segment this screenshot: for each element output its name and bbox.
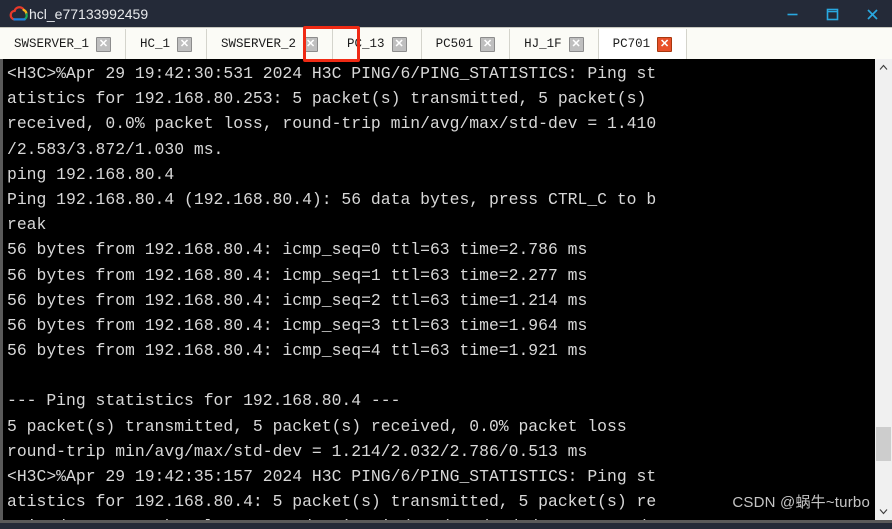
maximize-icon	[826, 8, 838, 20]
terminal-line: 5 packet(s) transmitted, 5 packet(s) rec…	[7, 416, 627, 436]
title-bar: hcl_e77133992459	[0, 0, 892, 28]
terminal-line: ping 192.168.80.4	[7, 164, 175, 184]
minimize-button[interactable]	[772, 0, 812, 28]
tab-close-icon[interactable]: ✕	[480, 36, 496, 52]
terminal-line: 56 bytes from 192.168.80.4: icmp_seq=2 t…	[7, 290, 588, 310]
terminal-output[interactable]: <H3C>%Apr 29 19:42:30:531 2024 H3C PING/…	[3, 59, 874, 520]
terminal-line: reak	[7, 215, 47, 235]
tab-bar: SWSERVER_1 ✕ HC_1 ✕ SWSERVER_2 ✕ PC_13 ✕ PC501 ✕ H…	[0, 27, 892, 59]
tab-swserver_1[interactable]: SWSERVER_1 ✕	[0, 29, 127, 59]
terminal-panel: <H3C>%Apr 29 19:42:30:531 2024 H3C PING/…	[0, 59, 892, 523]
maximize-button[interactable]	[812, 0, 852, 28]
window-title: hcl_e77133992459	[29, 6, 149, 22]
terminal-scrollbar[interactable]	[874, 59, 892, 520]
tab-close-icon[interactable]: ✕	[391, 36, 407, 52]
terminal-line: 56 bytes from 192.168.80.4: icmp_seq=3 t…	[7, 315, 588, 335]
tab-hj_1f[interactable]: HJ_1F ✕	[510, 29, 599, 59]
tab-close-icon[interactable]: ✕	[568, 36, 584, 52]
terminal-line: Ping 192.168.80.4 (192.168.80.4): 56 dat…	[7, 189, 657, 209]
tab-strip: SWSERVER_1 ✕ HC_1 ✕ SWSERVER_2 ✕ PC_13 ✕ PC501 ✕ H…	[0, 27, 892, 59]
terminal-line: <H3C>%Apr 29 19:42:35:157 2024 H3C PING/…	[7, 467, 657, 486]
minimize-icon	[787, 13, 797, 15]
window-bottom-edge	[0, 523, 892, 529]
terminal-line: ceived, 0.0% packet loss, round-trip min…	[7, 514, 874, 520]
tab-hc_1[interactable]: HC_1 ✕	[126, 29, 208, 59]
terminal-line: 56 bytes from 192.168.80.4: icmp_seq=0 t…	[7, 240, 588, 260]
terminal-line: /2.583/3.872/1.030 ms.	[7, 139, 224, 159]
tab-label: SWSERVER_1	[14, 37, 90, 51]
tab-pc701[interactable]: PC701 ✕	[598, 29, 688, 59]
tab-strip-filler	[687, 29, 892, 59]
tab-pc501[interactable]: PC501 ✕	[421, 29, 511, 59]
tab-close-icon[interactable]: ✕	[303, 36, 319, 52]
scrollbar-track[interactable]	[875, 76, 892, 503]
terminal-line: round-trip min/avg/max/std-dev = 1.214/2…	[7, 441, 588, 461]
close-icon	[866, 8, 878, 20]
tab-close-icon[interactable]: ✕	[177, 36, 193, 52]
tab-swserver_2[interactable]: SWSERVER_2 ✕	[207, 29, 334, 59]
emulator-window: hcl_e77133992459 SWSERVER_1 ✕ HC_1 ✕ SWS…	[0, 0, 892, 529]
close-button[interactable]	[852, 0, 892, 28]
scrollbar-thumb[interactable]	[876, 427, 891, 461]
tab-label: HJ_1F	[524, 37, 562, 51]
tab-label: HC_1	[140, 37, 171, 51]
scroll-down-button[interactable]	[875, 503, 892, 520]
terminal-line: 56 bytes from 192.168.80.4: icmp_seq=4 t…	[7, 341, 588, 361]
terminal-line: received, 0.0% packet loss, round-trip m…	[7, 114, 657, 134]
tab-close-icon[interactable]: ✕	[657, 36, 673, 52]
chevron-down-icon	[879, 509, 888, 515]
tab-label: PC_13	[347, 37, 385, 51]
window-controls	[772, 0, 892, 28]
terminal-line: 56 bytes from 192.168.80.4: icmp_seq=1 t…	[7, 265, 588, 285]
tab-close-icon[interactable]: ✕	[96, 36, 112, 52]
chevron-up-icon	[879, 64, 888, 70]
tab-label: SWSERVER_2	[221, 37, 297, 51]
tab-pc_13[interactable]: PC_13 ✕	[333, 29, 422, 59]
tab-label: PC501	[435, 37, 474, 51]
terminal-line: <H3C>%Apr 29 19:42:30:531 2024 H3C PING/…	[7, 64, 657, 83]
scroll-up-button[interactable]	[875, 59, 892, 76]
terminal-line: atistics for 192.168.80.4: 5 packet(s) t…	[7, 492, 657, 512]
terminal-line: atistics for 192.168.80.253: 5 packet(s)…	[7, 89, 647, 109]
tab-label: PC701	[612, 37, 651, 51]
terminal-line: --- Ping statistics for 192.168.80.4 ---	[7, 391, 401, 411]
